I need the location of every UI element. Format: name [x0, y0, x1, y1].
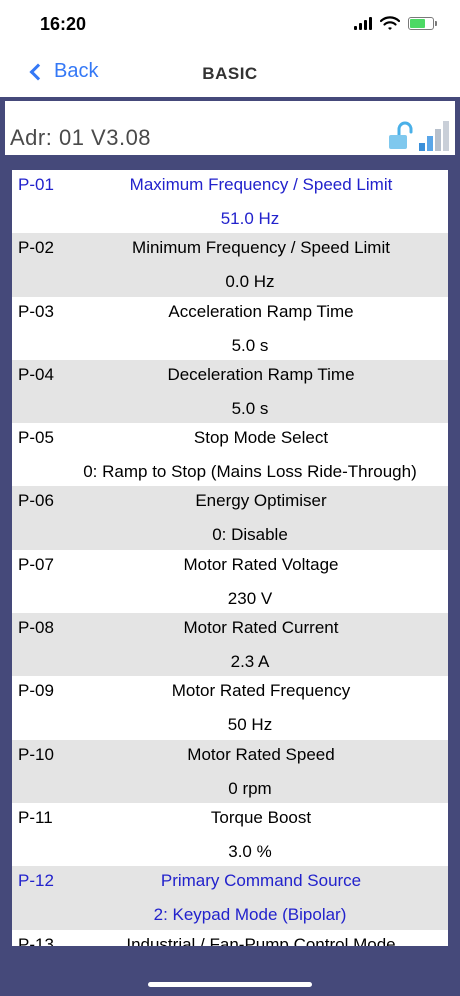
parameter-row-p-10[interactable]: P-10 Motor Rated Speed 0 rpm	[12, 739, 448, 803]
parameter-code: P-06	[18, 491, 54, 511]
parameter-code: P-11	[18, 807, 53, 827]
status-icons	[354, 16, 437, 31]
parameter-row-p-08[interactable]: P-08 Motor Rated Current 2.3 A	[12, 613, 448, 677]
parameter-code: P-10	[18, 744, 54, 764]
parameter-code: P-03	[18, 301, 54, 321]
parameter-code: P-04	[18, 364, 54, 384]
parameter-value: 5.0 s	[231, 335, 269, 355]
app-frame: Adr: 01 V3.08 P-01 Maximum Frequency / Sp…	[0, 97, 460, 996]
parameter-row-p-09[interactable]: P-09 Motor Rated Frequency 50 Hz	[12, 676, 448, 739]
parameter-code: P-01	[18, 175, 54, 194]
parameter-name: Motor Rated Current	[183, 618, 339, 638]
battery-charging-icon	[408, 17, 437, 30]
parameter-value: 5.0 s	[231, 398, 269, 418]
signal-strength-icon	[419, 119, 449, 151]
parameter-code: P-05	[18, 428, 54, 448]
parameter-value: 0.0 Hz	[225, 272, 275, 292]
parameter-code: P-07	[18, 554, 54, 574]
parameter-name: Stop Mode Select	[193, 428, 329, 448]
parameter-row-p-05[interactable]: P-05 Stop Mode Select 0: Ramp to Stop (Mai…	[12, 423, 448, 486]
parameter-value: 2.3 A	[230, 652, 270, 672]
navigation-bar: Back BASIC	[0, 50, 460, 97]
parameter-value: 0: Disable	[212, 525, 288, 545]
parameter-row-p-13[interactable]: P-13 Industrial / Fan-Pump Control Mode	[12, 930, 448, 946]
parameter-row-p-03[interactable]: P-03 Acceleration Ramp Time 5.0 s	[12, 297, 448, 360]
parameter-value: 230 V	[227, 588, 273, 608]
parameter-name: Deceleration Ramp Time	[167, 364, 355, 384]
parameter-name: Motor Rated Voltage	[183, 554, 339, 574]
parameter-row-p-02[interactable]: P-02 Minimum Frequency / Speed Limit 0.0 H…	[12, 233, 448, 297]
device-header: Adr: 01 V3.08	[5, 101, 455, 155]
device-address: Adr: 01 V3.08	[10, 125, 152, 150]
parameter-row-p-01[interactable]: P-01 Maximum Frequency / Speed Limit 51.0 …	[12, 170, 448, 233]
parameter-value: 50 Hz	[227, 715, 273, 735]
parameter-code: P-13	[18, 934, 54, 946]
wifi-icon	[380, 16, 400, 30]
parameter-name: Minimum Frequency / Speed Limit	[132, 238, 390, 258]
parameter-value: 0 rpm	[228, 778, 272, 798]
parameter-row-p-04[interactable]: P-04 Deceleration Ramp Time 5.0 s	[12, 359, 448, 424]
parameter-name: Motor Rated Frequency	[171, 681, 351, 701]
parameter-code: P-09	[18, 681, 54, 701]
parameter-name: Industrial / Fan-Pump Control Mode	[126, 934, 396, 946]
parameter-name: Torque Boost	[210, 807, 312, 827]
parameter-code: P-12	[18, 871, 54, 891]
parameter-row-p-07[interactable]: P-07 Motor Rated Voltage 230 V	[12, 550, 448, 613]
parameter-name: Acceleration Ramp Time	[168, 301, 354, 321]
page-title: BASIC	[202, 64, 258, 83]
parameter-value: 0: Ramp to Stop (Mains Loss Ride-Through…	[83, 462, 417, 482]
parameter-code: P-02	[18, 238, 54, 258]
cellular-signal-icon	[354, 17, 372, 30]
status-bar: 16:20	[0, 0, 460, 50]
parameter-row-p-12[interactable]: P-12 Primary Command Source 2: Keypad Mode…	[12, 866, 448, 930]
status-time: 16:20	[40, 14, 87, 34]
parameter-name: Motor Rated Speed	[187, 744, 335, 764]
parameter-list[interactable]: P-01 Maximum Frequency / Speed Limit 51.0 …	[12, 170, 448, 946]
parameter-name: Primary Command Source	[160, 871, 362, 891]
unlocked-lock-icon[interactable]	[387, 121, 413, 151]
parameter-value: 51.0 Hz	[220, 209, 280, 228]
parameter-value: 3.0 %	[228, 841, 272, 861]
parameter-name: Maximum Frequency / Speed Limit	[129, 175, 393, 194]
parameter-row-p-06[interactable]: P-06 Energy Optimiser 0: Disable	[12, 486, 448, 550]
home-indicator	[148, 982, 312, 987]
parameter-value: 2: Keypad Mode (Bipolar)	[153, 905, 347, 925]
parameter-name: Energy Optimiser	[195, 491, 327, 511]
parameter-code: P-08	[18, 618, 54, 638]
parameter-row-p-11[interactable]: P-11 Torque Boost 3.0 %	[12, 803, 448, 866]
